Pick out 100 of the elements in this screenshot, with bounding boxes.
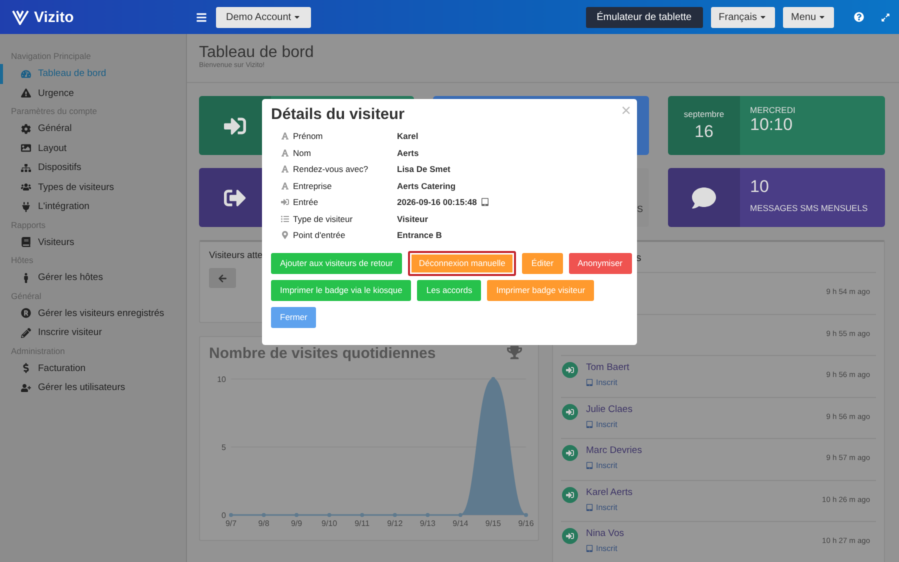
field-value: 2026-09-16 00:15:48 (397, 197, 477, 208)
font-icon (281, 148, 289, 157)
weekday-label: MERCREDI (750, 105, 796, 115)
tablet-icon (586, 504, 593, 510)
field-value: Visiteur (397, 214, 428, 224)
sms-label: MESSAGES SMS MENSUELS (750, 203, 868, 213)
sign-in-icon (562, 404, 578, 420)
sidebar-item[interactable]: Inscrire visiteur (0, 323, 186, 342)
month-label: septembre (684, 109, 724, 119)
pencil-icon (20, 328, 32, 338)
tablet-icon (586, 545, 593, 552)
sign-in-icon (562, 362, 578, 378)
expand-icon[interactable] (881, 12, 890, 22)
font-icon (281, 132, 289, 140)
x-tick-label: 9/9 (291, 519, 302, 528)
sidebar-item[interactable]: Types de visiteurs (0, 178, 186, 197)
field-value: Lisa De Smet (397, 164, 450, 174)
book-icon (20, 237, 32, 248)
help-icon[interactable] (854, 12, 864, 22)
sign-in-icon (562, 445, 578, 461)
sidebar-item[interactable]: Facturation (0, 358, 186, 378)
sidebar-item[interactable]: Gérer les utilisateurs (0, 378, 186, 398)
x-tick-label: 9/11 (354, 519, 370, 528)
sign-in-icon (562, 528, 578, 544)
x-tick-label: 9/15 (485, 519, 501, 528)
x-tick-label: 9/13 (420, 519, 436, 528)
logo-icon (12, 10, 29, 24)
tablet-icon (586, 420, 593, 428)
chart-title: Nombre de visites quotidiennes (209, 345, 436, 362)
font-icon (281, 165, 289, 174)
registered-icon (20, 308, 32, 318)
x-tick-label: 9/14 (452, 519, 468, 528)
action-button[interactable]: Fermer (271, 306, 316, 328)
status-label: Inscrit (596, 502, 618, 512)
field-label: Entrée (293, 197, 318, 208)
user-plus-icon (20, 382, 32, 393)
day-number: 16 (694, 122, 714, 142)
status-label: Inscrit (596, 544, 618, 553)
field-value: Karel (397, 131, 418, 142)
tablet-icon (586, 379, 593, 386)
trophy-icon (507, 345, 522, 360)
warning-icon (20, 88, 32, 98)
sidebar-item[interactable]: Urgence (0, 84, 186, 103)
visitor-name[interactable]: Nina Vos (586, 528, 624, 539)
gauge-icon (20, 68, 32, 79)
visitor-name[interactable]: Marc Devries (586, 445, 642, 456)
y-tick-label: 10 (217, 375, 226, 384)
field-value: Aerts Catering (397, 180, 456, 191)
sidebar-item[interactable]: Gérer les hôtes (0, 268, 186, 288)
y-tick-label: 5 (222, 443, 226, 452)
field-value: Aerts (397, 148, 419, 158)
header-button[interactable]: Menu (782, 6, 834, 28)
visitor-name[interactable]: Karel Aerts (586, 486, 632, 498)
settings-icon (20, 124, 32, 134)
card-label: S (636, 204, 643, 214)
sms-count: 10 (750, 177, 769, 197)
y-tick-label: 0 (222, 511, 226, 520)
status-label: Inscrit (596, 378, 618, 387)
x-tick-label: 9/7 (225, 519, 237, 528)
header-button[interactable]: Émulateur de tablette (586, 6, 703, 28)
plug-icon (20, 202, 32, 212)
account-dropdown[interactable]: Demo Account (216, 6, 312, 28)
field-label: Rendez-vous avec? (293, 164, 368, 174)
sidebar-item[interactable]: Layout (0, 138, 186, 158)
status-label: Inscrit (596, 420, 618, 428)
back-button[interactable] (209, 268, 236, 288)
sign-in-icon (281, 198, 289, 206)
x-tick-label: 9/10 (322, 519, 338, 528)
field-value: Entrance B (397, 230, 442, 240)
visitor-name[interactable]: Julie Claes (586, 404, 632, 414)
sidebar-item[interactable]: L'intégration (0, 197, 186, 216)
page-title: Tableau de bord (199, 44, 315, 62)
x-tick-label: 9/12 (387, 519, 403, 528)
field-label: Point d'entrée (293, 230, 346, 240)
caret-icon (293, 13, 302, 21)
list-icon (281, 214, 289, 223)
menu-icon[interactable] (196, 12, 207, 22)
sitemap-icon (20, 162, 32, 173)
tablet-icon (586, 462, 593, 469)
time-label: 10:10 (750, 115, 793, 135)
visitor-name[interactable]: Tom Baert (586, 362, 630, 373)
header-button[interactable]: Français (710, 6, 775, 28)
map-pin-icon (281, 231, 289, 240)
users-icon (20, 182, 32, 192)
sidebar-item[interactable]: Dispositifs (0, 158, 186, 178)
speech-bubble-icon (692, 186, 716, 210)
field-label: Type de visiteur (293, 214, 353, 224)
sidebar-item[interactable]: Visiteurs (0, 232, 186, 252)
logo-text: Vizito (34, 8, 74, 26)
dollar-icon (20, 363, 32, 374)
arrow-left-icon (218, 274, 227, 282)
panel-title: Visiteurs atte (209, 250, 264, 260)
action-button[interactable]: Anonymiser (568, 252, 632, 274)
font-icon (281, 182, 289, 190)
dialog-title: Détails du visiteur (271, 106, 405, 124)
sign-in-icon (562, 486, 578, 502)
status-label: Inscrit (596, 461, 618, 470)
sidebar-item[interactable]: Général (0, 119, 186, 138)
x-tick-label: 9/16 (518, 519, 534, 528)
sidebar-item[interactable]: Gérer les visiteurs enregistrés (0, 304, 186, 323)
